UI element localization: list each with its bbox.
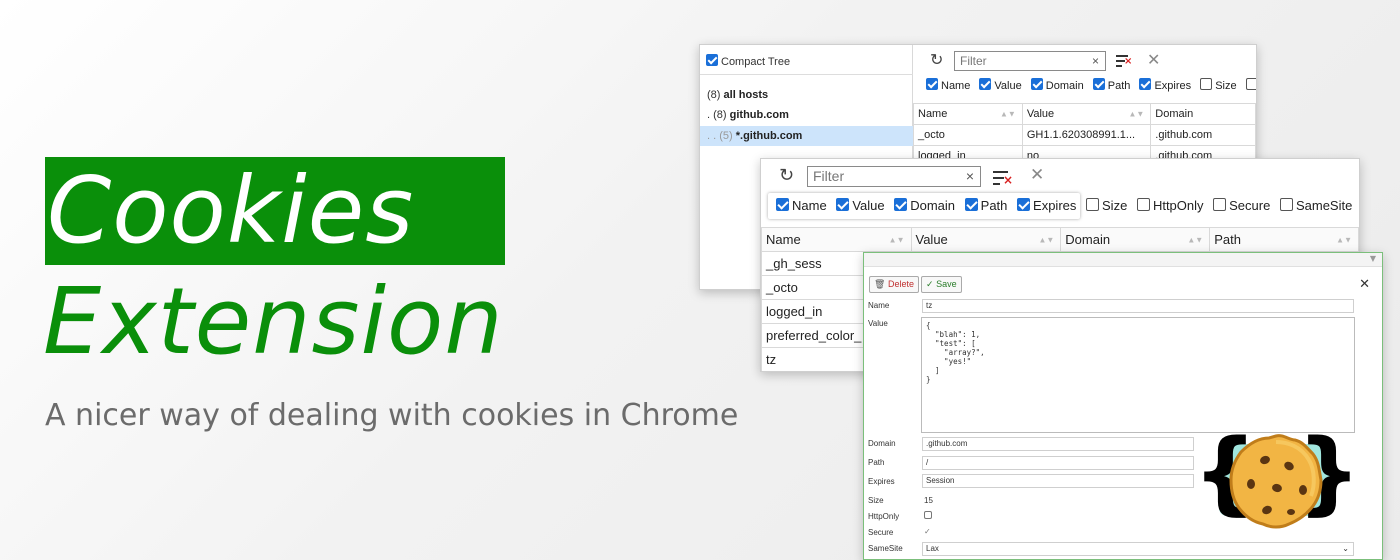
column-header-domain[interactable]: Domain ▲▼: [1060, 227, 1211, 252]
toggle-name[interactable]: Name: [926, 78, 970, 92]
toggle-domain[interactable]: Domain: [1030, 78, 1084, 92]
secure-check-icon: ✓: [924, 527, 931, 536]
samesite-select[interactable]: Lax ⌄: [922, 542, 1354, 556]
filter-placeholder: Filter: [813, 168, 845, 184]
toggle-value[interactable]: Value: [979, 78, 1022, 92]
toggle-expires[interactable]: Expires: [1017, 198, 1076, 213]
clear-filter-icon[interactable]: ×: [1116, 54, 1132, 68]
column-header-value[interactable]: Value ▲▼: [910, 227, 1062, 252]
size-value: 15: [924, 496, 933, 505]
toggle-value[interactable]: Value: [836, 198, 885, 213]
toggle-name[interactable]: Name: [776, 198, 827, 213]
toggle-samesite[interactable]: SameSite: [1279, 198, 1352, 213]
toggle-size[interactable]: Size: [1086, 198, 1127, 213]
toggle-size[interactable]: Size: [1200, 78, 1237, 92]
name-field[interactable]: tz: [922, 299, 1354, 313]
hero-subtitle: A nicer way of dealing with cookies in C…: [45, 398, 739, 433]
toggle-domain[interactable]: Domain: [894, 198, 955, 213]
column-header-name[interactable]: Name ▲▼: [913, 103, 1023, 125]
column-header-value[interactable]: Value ▲▼: [1021, 103, 1152, 125]
path-label: Path: [868, 458, 885, 467]
refresh-icon[interactable]: ↻: [930, 50, 943, 69]
hero-title-line1: Cookies: [45, 157, 505, 265]
tree-item-wildcard-github[interactable]: . . (5) *.github.com: [700, 126, 913, 146]
table-row[interactable]: _octo GH1.1.620308991.1... .github.com: [913, 124, 1256, 146]
cell-value: GH1.1.620308991.1...: [1021, 124, 1152, 146]
expires-field[interactable]: Session: [922, 474, 1194, 488]
expires-label: Expires: [868, 477, 895, 486]
check-icon: ✓: [926, 279, 934, 289]
tree-item-host: all hosts: [723, 89, 769, 101]
editor-topbar: ▼: [864, 253, 1382, 267]
refresh-icon[interactable]: ↻: [779, 165, 794, 186]
filter-clear-icon[interactable]: ×: [1092, 52, 1099, 70]
close-icon[interactable]: ✕: [1359, 277, 1370, 292]
filter-input[interactable]: Filter ×: [954, 51, 1106, 71]
secure-label: Secure: [868, 528, 894, 537]
delete-button[interactable]: 🗑 Delete: [869, 276, 919, 293]
compact-tree-toggle[interactable]: Compact Tree: [706, 54, 790, 68]
value-label: Value: [868, 319, 888, 328]
column-header-domain[interactable]: Domain: [1150, 103, 1256, 125]
filter-placeholder: Filter: [960, 54, 987, 68]
compact-tree-label: Compact Tree: [721, 56, 791, 68]
domain-field[interactable]: .github.com: [922, 437, 1194, 451]
tree-item-host: *.github.com: [735, 130, 803, 142]
trash-icon: 🗑: [874, 279, 886, 289]
size-label: Size: [868, 496, 884, 505]
delete-label: Delete: [887, 279, 914, 289]
cell-name: _octo: [913, 124, 1023, 146]
clear-filter-icon[interactable]: ×: [993, 169, 1013, 187]
tree-item-count: . . (5): [707, 130, 733, 142]
save-button[interactable]: ✓ Save: [921, 276, 962, 293]
toggle-httponly[interactable]: H: [1245, 78, 1256, 92]
toggle-path[interactable]: Path: [964, 198, 1007, 213]
compact-tree-checkbox[interactable]: [706, 54, 718, 66]
toggle-secure[interactable]: Secure: [1213, 198, 1270, 213]
cell-domain: .github.com: [1150, 124, 1256, 146]
close-icon[interactable]: ✕: [1147, 50, 1160, 69]
cookie-icon: [1229, 434, 1323, 529]
toggle-httponly[interactable]: HttpOnly: [1136, 198, 1204, 213]
chevron-down-icon[interactable]: ▼: [1370, 254, 1376, 263]
divider: [700, 74, 913, 75]
toggle-path[interactable]: Path: [1092, 78, 1130, 92]
domain-label: Domain: [868, 439, 896, 448]
tree-item-count: (8): [707, 89, 721, 101]
column-toggles: Name Value Domain Path Expires Size Http…: [776, 198, 1358, 213]
save-label: Save: [936, 279, 957, 289]
close-icon[interactable]: ✕: [1030, 165, 1044, 185]
column-header-path[interactable]: Path ▲▼: [1209, 227, 1359, 252]
httponly-checkbox[interactable]: [924, 511, 932, 519]
value-textarea[interactable]: { "blah": 1, "test": [ "array?", "yes!" …: [921, 317, 1355, 433]
hero-title-line2: Extension: [43, 268, 504, 375]
filter-input[interactable]: Filter ×: [807, 166, 981, 187]
tree-item-github[interactable]: . (8) github.com: [700, 105, 913, 125]
toggle-expires[interactable]: Expires: [1139, 78, 1191, 92]
path-field[interactable]: /: [922, 456, 1194, 470]
column-header-name[interactable]: Name ▲▼: [761, 227, 912, 252]
name-label: Name: [868, 301, 890, 310]
tree-item-host: github.com: [729, 109, 789, 121]
cookie-braces-logo: { }: [1193, 420, 1361, 529]
chevron-down-icon: ⌄: [1342, 544, 1349, 553]
column-toggles: Name Value Domain Path Expires Size H: [926, 78, 1256, 92]
tree-item-count: . (8): [707, 109, 727, 121]
filter-clear-icon[interactable]: ×: [966, 167, 974, 186]
tree-item-all-hosts[interactable]: (8) all hosts: [700, 85, 913, 105]
httponly-label: HttpOnly: [868, 512, 900, 521]
samesite-value: Lax: [926, 544, 939, 553]
samesite-label: SameSite: [868, 544, 903, 553]
